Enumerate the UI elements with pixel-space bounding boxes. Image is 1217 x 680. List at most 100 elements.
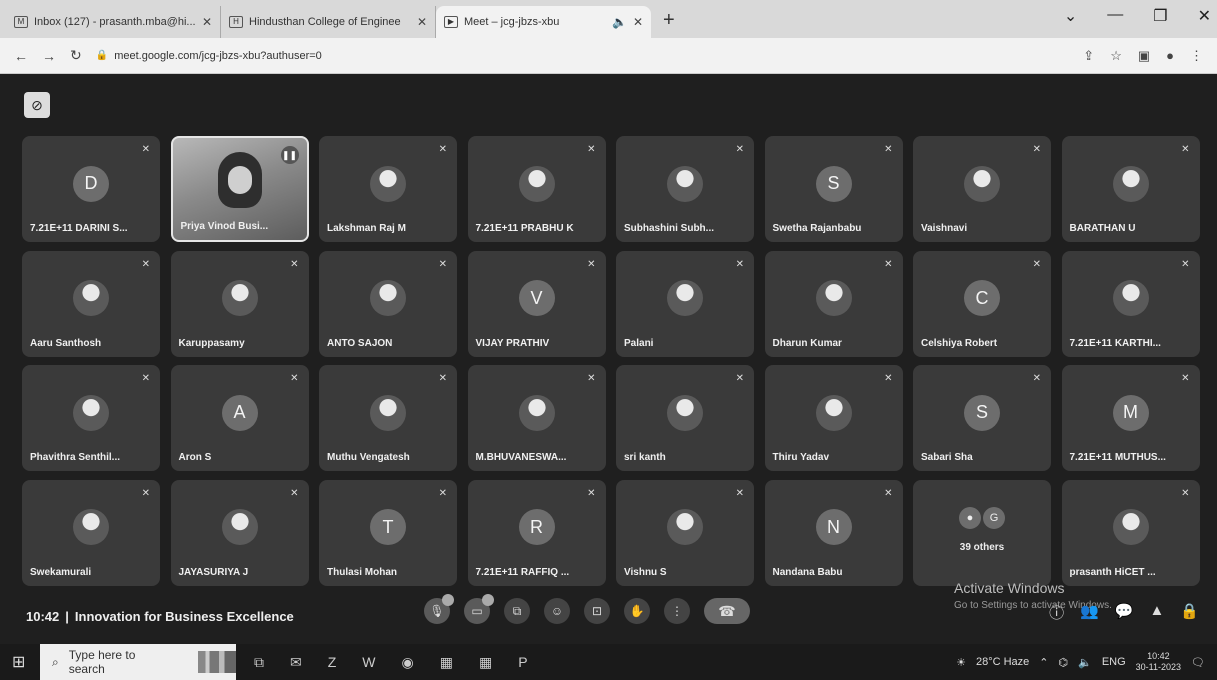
- clock-time: 10:42: [1147, 651, 1170, 661]
- participant-tile[interactable]: ✕ D 7.21E+11 DARINI S...: [22, 136, 160, 242]
- participant-tile[interactable]: ✕ Karuppasamy: [170, 250, 309, 357]
- participant-tile[interactable]: ✕ 7.21E+11 KARTHI...: [1061, 250, 1200, 357]
- mic-muted-icon: ✕: [587, 373, 596, 384]
- mic-muted-icon: ✕: [438, 258, 447, 270]
- participant-tile[interactable]: ✕ N Nandana Babu: [764, 479, 903, 586]
- restore-icon[interactable]: ❐: [1153, 6, 1167, 26]
- participant-tile[interactable]: ✕ Thiru Yadav: [764, 365, 903, 471]
- microphone-icon[interactable]: 🎙: [424, 594, 454, 624]
- new-tab-button[interactable]: +: [651, 9, 687, 38]
- tab-gmail[interactable]: M Inbox (127) - prasanth.mba@hi... ✕: [6, 6, 221, 38]
- side-panel-icon[interactable]: ▣: [1138, 48, 1150, 64]
- host-controls-icon[interactable]: 🔒: [1180, 602, 1199, 623]
- avatar: [667, 394, 703, 431]
- meet-icon: ▶: [444, 16, 458, 28]
- chat-icon[interactable]: 💬: [1115, 602, 1134, 623]
- more-options-icon[interactable]: ⋮: [664, 598, 690, 624]
- tray-overflow-icon[interactable]: ⌃: [1039, 656, 1048, 669]
- close-icon[interactable]: ✕: [202, 15, 212, 29]
- tab-list-icon[interactable]: ⌄: [1064, 6, 1077, 26]
- volume-icon[interactable]: 🔈: [1078, 656, 1092, 669]
- powerpoint-app-icon[interactable]: P: [518, 654, 527, 671]
- participant-tile[interactable]: ✕ Swekamurali: [22, 479, 160, 586]
- close-icon[interactable]: ✕: [633, 15, 643, 29]
- participant-tile[interactable]: ✕ BARATHAN U: [1061, 136, 1200, 242]
- profile-icon[interactable]: ●: [1166, 48, 1174, 64]
- participant-tile[interactable]: ✕ sri kanth: [616, 365, 754, 471]
- participant-tile[interactable]: ✕ Lakshman Raj M: [319, 136, 457, 242]
- people-icon[interactable]: 👥: [1080, 602, 1099, 623]
- participant-tile[interactable]: ✕ Phavithra Senthil...: [22, 365, 160, 471]
- audio-icon[interactable]: 🔈: [612, 15, 627, 29]
- leave-call-icon[interactable]: ☎: [704, 598, 750, 624]
- participant-tile[interactable]: ✕ Vishnu S: [616, 479, 754, 586]
- participant-tile[interactable]: ✕ S Sabari Sha: [913, 365, 1051, 471]
- gmail-icon: M: [14, 16, 28, 28]
- participant-tile[interactable]: ✕ M 7.21E+11 MUTHUS...: [1061, 365, 1200, 471]
- language-indicator[interactable]: ENG: [1102, 656, 1126, 668]
- mic-muted-icon: ✕: [735, 487, 744, 499]
- participant-name: 7.21E+11 KARTHI...: [1069, 337, 1161, 349]
- close-icon[interactable]: ✕: [417, 15, 427, 29]
- app-icon[interactable]: ▦: [479, 654, 492, 671]
- present-screen-icon[interactable]: ⊡: [584, 598, 610, 624]
- participant-tile[interactable]: ✕ A Aron S: [170, 365, 309, 471]
- participant-tile[interactable]: ✕ Palani: [616, 250, 754, 357]
- activities-icon[interactable]: ▲: [1149, 602, 1164, 623]
- minimize-icon[interactable]: —: [1107, 6, 1123, 26]
- participant-tile[interactable]: ✕ C Celshiya Robert: [913, 250, 1051, 357]
- taskbar-clock[interactable]: 10:42 30-11-2023: [1136, 651, 1181, 673]
- mic-muted-icon: ✕: [290, 373, 299, 384]
- notifications-icon[interactable]: 🗨: [1191, 656, 1205, 669]
- emoji-icon[interactable]: ☺: [544, 598, 570, 624]
- mic-muted-icon: ✕: [1032, 373, 1041, 384]
- windows-start-icon[interactable]: ⊞: [12, 652, 40, 672]
- network-icon[interactable]: ⌬: [1059, 656, 1069, 669]
- task-view-icon[interactable]: ⧉: [254, 654, 264, 671]
- participant-tile[interactable]: ✕ prasanth HiCET ...: [1061, 479, 1200, 586]
- participant-tile[interactable]: ✕ 7.21E+11 PRABHU K: [467, 136, 606, 242]
- participant-tile[interactable]: ✕ Vaishnavi: [913, 136, 1051, 242]
- raise-hand-icon[interactable]: ✋: [624, 598, 650, 624]
- tab-college[interactable]: H Hindusthan College of Enginee ✕: [221, 6, 436, 38]
- camera-icon[interactable]: ▭: [464, 594, 494, 624]
- bookmark-star-icon[interactable]: ☆: [1110, 48, 1122, 64]
- mail-app-icon[interactable]: ✉: [290, 654, 302, 671]
- self-view-off-icon[interactable]: ⊘: [24, 92, 50, 118]
- participant-tile[interactable]: ✕ Dharun Kumar: [764, 250, 903, 357]
- word-app-icon[interactable]: W: [362, 654, 375, 671]
- participant-tile[interactable]: ✕ Subhashini Subh...: [616, 136, 754, 242]
- zoom-app-icon[interactable]: Z: [328, 654, 337, 671]
- reload-icon[interactable]: ↻: [70, 47, 82, 64]
- back-icon[interactable]: ←: [14, 48, 28, 64]
- participant-tile[interactable]: ● G 39 others: [913, 479, 1051, 586]
- info-icon[interactable]: ⓘ: [1049, 602, 1064, 623]
- participant-video: [217, 152, 262, 208]
- close-window-icon[interactable]: ✕: [1198, 6, 1211, 26]
- avatar: S: [815, 165, 852, 202]
- chrome-app-icon[interactable]: ◉: [402, 654, 414, 671]
- menu-icon[interactable]: ⋮: [1190, 48, 1203, 64]
- participant-tile[interactable]: ✕ ANTO SAJON: [319, 250, 457, 357]
- participant-tile[interactable]: ✕ T Thulasi Mohan: [319, 479, 457, 586]
- share-icon[interactable]: ⇪: [1083, 48, 1094, 64]
- participant-tile[interactable]: ✕ S Swetha Rajanbabu: [764, 136, 903, 242]
- participant-tile[interactable]: ✕ Aaru Santhosh: [22, 250, 160, 357]
- participant-tile[interactable]: ✕ V VIJAY PRATHIV: [467, 250, 606, 357]
- weather-text[interactable]: 28°C Haze: [976, 656, 1029, 668]
- weather-icon[interactable]: ☀: [956, 656, 966, 669]
- participant-tile[interactable]: ✕ Muthu Vengatesh: [319, 365, 457, 471]
- tab-meet[interactable]: ▶ Meet – jcg-jbzs-xbu 🔈 ✕: [436, 6, 651, 38]
- participant-tile[interactable]: ❚❚ Priya Vinod Busi...: [170, 136, 309, 242]
- app-icon[interactable]: ▦: [440, 654, 453, 671]
- college-icon: H: [229, 16, 243, 28]
- taskbar-search[interactable]: ⌕ Type here to search: [40, 644, 236, 680]
- lock-icon[interactable]: 🔒: [96, 50, 108, 61]
- captions-icon[interactable]: ⧉: [504, 598, 530, 624]
- participant-tile[interactable]: ✕ JAYASURIYA J: [170, 479, 309, 586]
- participant-tile[interactable]: ✕ R 7.21E+11 RAFFIQ ...: [467, 479, 606, 586]
- participant-name: BARATHAN U: [1069, 223, 1136, 234]
- forward-icon[interactable]: →: [42, 48, 56, 64]
- participant-tile[interactable]: ✕ M.BHUVANESWA...: [467, 365, 606, 471]
- url-field[interactable]: 🔒 meet.google.com/jcg-jbzs-xbu?authuser=…: [96, 50, 1070, 62]
